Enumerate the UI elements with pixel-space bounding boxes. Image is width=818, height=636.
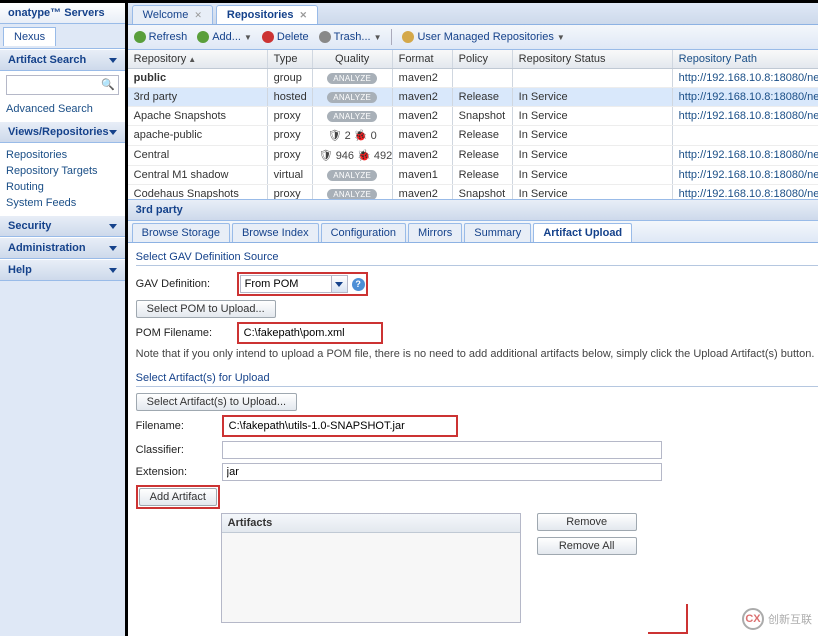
user-icon bbox=[402, 31, 414, 43]
sidebar: onatype™ Servers Nexus Artifact Search 🔍… bbox=[0, 3, 128, 636]
chevron-down-icon bbox=[109, 246, 117, 251]
pom-filename-input[interactable] bbox=[240, 325, 380, 341]
sidebar-item-repository-targets[interactable]: Repository Targets bbox=[6, 163, 119, 179]
close-icon[interactable]: ✕ bbox=[300, 10, 308, 21]
refresh-icon bbox=[134, 31, 146, 43]
artifacts-panel-title: Artifacts bbox=[222, 514, 520, 533]
pom-filename-label: POM Filename: bbox=[136, 327, 231, 339]
grid-header: Repository▲ Type Quality Format Policy R… bbox=[128, 50, 818, 69]
add-artifact-button[interactable]: Add Artifact bbox=[139, 488, 217, 506]
sidebar-item-system-feeds[interactable]: System Feeds bbox=[6, 195, 119, 211]
advanced-search-link[interactable]: Advanced Search bbox=[6, 101, 119, 117]
sidebar-tab-nexus[interactable]: Nexus bbox=[3, 27, 56, 46]
subtab-browse-storage[interactable]: Browse Storage bbox=[132, 223, 230, 242]
table-row[interactable]: Apache SnapshotsproxyANALYZEmaven2Snapsh… bbox=[128, 107, 818, 126]
gav-section-title: Select GAV Definition Source bbox=[136, 249, 818, 266]
user-managed-repos-button[interactable]: User Managed Repositories▼ bbox=[402, 31, 564, 43]
col-repository[interactable]: Repository▲ bbox=[128, 50, 268, 68]
form-area: Select GAV Definition Source GAV Definit… bbox=[128, 243, 818, 636]
table-row[interactable]: apache-publicproxy🛡 2 🐞 0maven2ReleaseIn… bbox=[128, 126, 818, 146]
highlight-corner bbox=[648, 604, 688, 634]
table-row[interactable]: 3rd partyhostedANALYZEmaven2ReleaseIn Se… bbox=[128, 88, 818, 107]
main: Welcome✕Repositories✕ Refresh Add...▼ De… bbox=[128, 3, 818, 636]
col-status[interactable]: Repository Status bbox=[513, 50, 673, 68]
select-pom-button[interactable]: Select POM to Upload... bbox=[136, 300, 276, 318]
col-policy[interactable]: Policy bbox=[453, 50, 513, 68]
extension-input[interactable] bbox=[222, 463, 662, 481]
panel-artifact-search[interactable]: Artifact Search bbox=[0, 49, 125, 71]
panel-administration[interactable]: Administration bbox=[0, 237, 125, 259]
chevron-down-icon bbox=[109, 130, 117, 135]
gav-definition-combo[interactable] bbox=[240, 275, 348, 293]
delete-button[interactable]: Delete bbox=[262, 31, 309, 43]
chevron-down-icon bbox=[109, 268, 117, 273]
trash-button[interactable]: Trash...▼ bbox=[319, 31, 382, 43]
detail-title: 3rd party bbox=[128, 199, 818, 221]
remove-all-button[interactable]: Remove All bbox=[537, 537, 637, 555]
artifacts-panel: Artifacts bbox=[221, 513, 521, 623]
chevron-down-icon bbox=[109, 58, 117, 63]
table-row[interactable]: Centralproxy🛡 946 🐞 492maven2ReleaseIn S… bbox=[128, 146, 818, 166]
gav-note: Note that if you only intend to upload a… bbox=[136, 348, 818, 360]
table-row[interactable]: Codehaus SnapshotsproxyANALYZEmaven2Snap… bbox=[128, 185, 818, 199]
filename-input[interactable] bbox=[225, 418, 455, 434]
sidebar-header: onatype™ Servers bbox=[0, 3, 125, 24]
table-row[interactable]: publicgroupANALYZEmaven2http://192.168.1… bbox=[128, 69, 818, 88]
watermark: CX 创新互联 bbox=[742, 608, 812, 630]
subtab-browse-index[interactable]: Browse Index bbox=[232, 223, 319, 242]
subtab-artifact-upload[interactable]: Artifact Upload bbox=[533, 223, 632, 242]
toolbar: Refresh Add...▼ Delete Trash...▼ User Ma… bbox=[128, 25, 818, 50]
subtab-mirrors[interactable]: Mirrors bbox=[408, 223, 462, 242]
detail-subtabs: Browse StorageBrowse IndexConfigurationM… bbox=[128, 221, 818, 243]
main-tabs: Welcome✕Repositories✕ bbox=[128, 3, 818, 25]
minus-icon bbox=[262, 31, 274, 43]
panel-help[interactable]: Help bbox=[0, 259, 125, 281]
classifier-label: Classifier: bbox=[136, 444, 216, 456]
tab-repositories[interactable]: Repositories✕ bbox=[216, 5, 318, 24]
table-row[interactable]: Central M1 shadowvirtualANALYZEmaven1Rel… bbox=[128, 166, 818, 185]
watermark-text: 创新互联 bbox=[768, 611, 812, 627]
col-path[interactable]: Repository Path bbox=[673, 50, 818, 68]
watermark-logo: CX bbox=[742, 608, 764, 630]
tab-welcome[interactable]: Welcome✕ bbox=[132, 5, 213, 24]
classifier-input[interactable] bbox=[222, 441, 662, 459]
chevron-down-icon bbox=[109, 224, 117, 229]
filename-label: Filename: bbox=[136, 420, 216, 432]
chevron-down-icon[interactable] bbox=[331, 276, 347, 292]
select-artifacts-button[interactable]: Select Artifact(s) to Upload... bbox=[136, 393, 297, 411]
subtab-configuration[interactable]: Configuration bbox=[321, 223, 406, 242]
gav-def-label: GAV Definition: bbox=[136, 278, 231, 290]
grid-body[interactable]: publicgroupANALYZEmaven2http://192.168.1… bbox=[128, 69, 818, 199]
upload-section-title: Select Artifact(s) for Upload bbox=[136, 370, 818, 387]
close-icon[interactable]: ✕ bbox=[194, 10, 202, 21]
panel-views-repositories[interactable]: Views/Repositories bbox=[0, 121, 125, 143]
add-button[interactable]: Add...▼ bbox=[197, 31, 252, 43]
subtab-summary[interactable]: Summary bbox=[464, 223, 531, 242]
refresh-button[interactable]: Refresh bbox=[134, 31, 188, 43]
search-icon[interactable]: 🔍 bbox=[101, 78, 115, 91]
remove-button[interactable]: Remove bbox=[537, 513, 637, 531]
help-icon[interactable]: ? bbox=[352, 278, 365, 291]
panel-security[interactable]: Security bbox=[0, 215, 125, 237]
trash-icon bbox=[319, 31, 331, 43]
plus-icon bbox=[197, 31, 209, 43]
col-quality[interactable]: Quality bbox=[313, 50, 393, 68]
col-format[interactable]: Format bbox=[393, 50, 453, 68]
extension-label: Extension: bbox=[136, 466, 216, 478]
col-type[interactable]: Type bbox=[268, 50, 313, 68]
sidebar-item-routing[interactable]: Routing bbox=[6, 179, 119, 195]
sidebar-item-repositories[interactable]: Repositories bbox=[6, 147, 119, 163]
